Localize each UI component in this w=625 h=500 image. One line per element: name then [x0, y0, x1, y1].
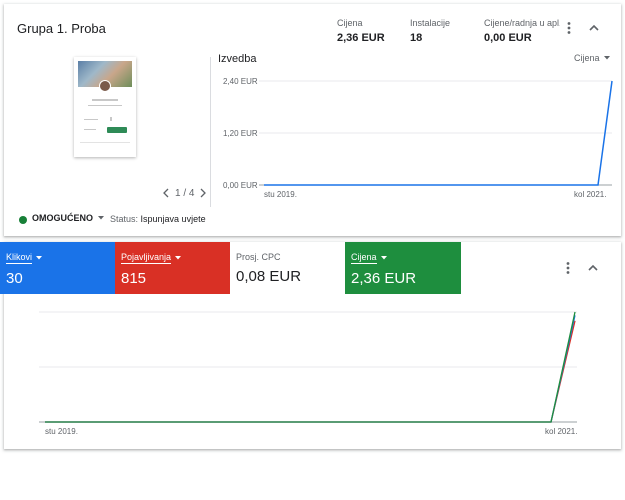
ad-group-title: Grupa 1. Proba: [17, 21, 106, 36]
caret-down-icon: [98, 216, 105, 220]
section-divider: [210, 57, 211, 207]
performance-metric-label: Cijena: [574, 53, 600, 63]
more-options-icon[interactable]: [561, 20, 577, 36]
caret-down-icon: [603, 56, 610, 60]
stat-installs-label: Instalacije: [410, 18, 451, 28]
y-tick-label: 0,00 EUR: [223, 181, 258, 190]
ad-preview-text-line: [84, 119, 98, 120]
metric-tile-impressions[interactable]: Pojavljivanja 815: [115, 242, 230, 294]
series-line-pojavljivanja: [45, 320, 576, 423]
stat-cost-per-action: Cijene/radnja u apl... 0,00 EUR: [484, 18, 560, 44]
metric-clicks-label-text: Klikovi: [6, 252, 33, 264]
chevron-right-icon[interactable]: [198, 187, 208, 199]
caret-down-icon: [175, 256, 182, 260]
metrics-chart: stu 2019. kol 2021.: [39, 311, 577, 436]
status-value: Ispunjava uvjete: [140, 214, 206, 224]
ad-preview-text-line: [84, 129, 96, 130]
stat-installs: Instalacije 18: [410, 18, 450, 44]
collapse-icon[interactable]: [585, 260, 601, 276]
series-line-klikovi: [45, 315, 576, 423]
metric-tile-avg-cpc[interactable]: Prosj. CPC 0,08 EUR: [230, 242, 345, 294]
ad-preview-text-line: [88, 105, 122, 106]
caret-down-icon: [36, 256, 43, 260]
metric-clicks-value: 30: [6, 270, 23, 287]
performance-chart: 0,00 EUR 1,20 EUR 2,40 EUR stu 2019. kol 202…: [223, 77, 613, 199]
metric-tile-cost-label: Cijena: [351, 252, 461, 264]
ad-preview-thumbnail[interactable]: [74, 57, 136, 157]
stat-cost-per-action-value: 0,00 EUR: [484, 32, 532, 44]
metric-avg-cpc-value: 0,08 EUR: [236, 268, 302, 285]
stat-cost: Cijena 2,36 EUR: [337, 18, 385, 44]
x-tick-label: kol 2021.: [545, 427, 577, 436]
metric-tile-cost[interactable]: Cijena 2,36 EUR: [345, 242, 461, 294]
enabled-status-dot: [19, 216, 27, 224]
ad-preview-avatar: [99, 80, 111, 92]
x-tick-label: stu 2019.: [264, 190, 297, 199]
enabled-status-label: OMOGUĆENO: [32, 213, 94, 223]
ad-group-card: Grupa 1. Proba Cijena 2,36 EUR Instalaci…: [4, 4, 621, 236]
metric-tile-clicks[interactable]: Klikovi 30: [0, 242, 115, 294]
chevron-left-icon[interactable]: [161, 187, 171, 199]
ad-preview-text-line: [80, 142, 130, 143]
stat-installs-value: 18: [410, 32, 423, 44]
stat-cost-value: 2,36 EUR: [337, 32, 385, 44]
metric-tile-avg-cpc-label: Prosj. CPC: [236, 252, 345, 262]
metric-cost-value: 2,36 EUR: [351, 270, 417, 287]
more-options-icon[interactable]: [560, 260, 576, 276]
metric-tile-impressions-label: Pojavljivanja: [121, 252, 230, 264]
metric-impressions-value: 815: [121, 270, 147, 287]
enabled-status-dropdown[interactable]: OMOGUĆENO: [32, 213, 105, 223]
metric-impressions-label-text: Pojavljivanja: [121, 252, 172, 264]
y-tick-label: 1,20 EUR: [223, 129, 258, 138]
x-tick-label: kol 2021.: [574, 190, 606, 199]
ad-preview-text-line: [110, 117, 112, 121]
metric-avg-cpc-label-text: Prosj. CPC: [236, 252, 281, 262]
x-tick-label: stu 2019.: [45, 427, 78, 436]
performance-metric-select[interactable]: Cijena: [574, 53, 611, 63]
collapse-icon[interactable]: [586, 20, 602, 36]
ad-preview-install-button: [107, 127, 127, 133]
stat-cost-per-action-label: Cijene/radnja u apl...: [484, 18, 560, 28]
page: Grupa 1. Proba Cijena 2,36 EUR Instalaci…: [0, 0, 625, 500]
status-prefix: Status:: [110, 214, 139, 224]
y-tick-label: 2,40 EUR: [223, 77, 258, 86]
status-text: Status: Ispunjava uvjete: [110, 214, 206, 224]
performance-title: Izvedba: [218, 53, 257, 65]
ad-preview-pager: 1 / 4: [161, 187, 208, 199]
stat-cost-label: Cijena: [337, 18, 363, 28]
ad-preview-text-line: [92, 99, 118, 101]
metric-cost-label-text: Cijena: [351, 252, 377, 264]
pager-text: 1 / 4: [175, 187, 195, 199]
metrics-card: Klikovi 30 Pojavljivanja 815 Prosj. CPC …: [0, 242, 621, 449]
caret-down-icon: [380, 256, 387, 260]
metric-tile-clicks-label: Klikovi: [6, 252, 115, 264]
